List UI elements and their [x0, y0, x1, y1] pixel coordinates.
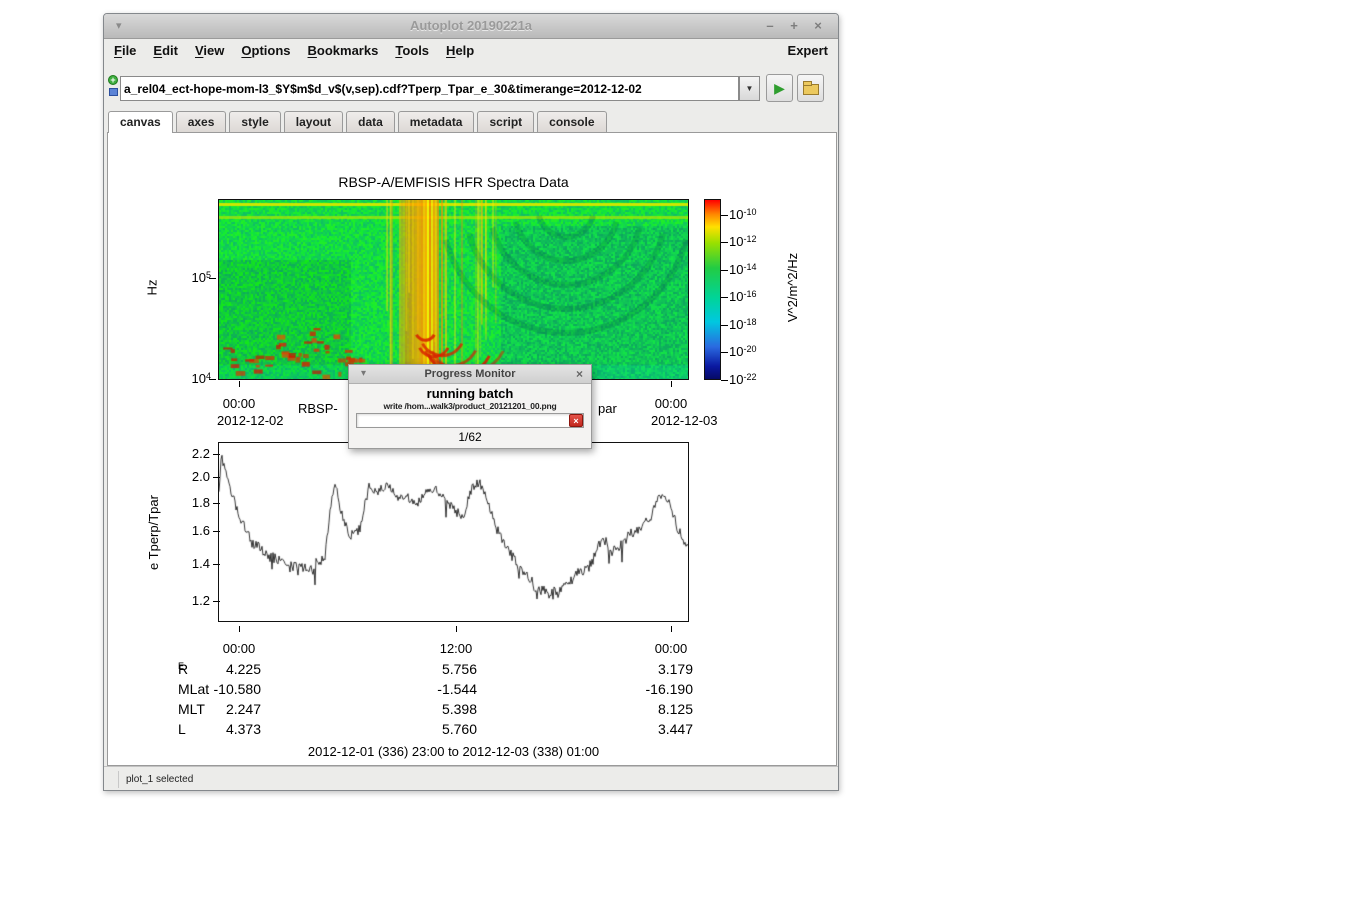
spectrogram-canvas[interactable] — [219, 200, 688, 379]
table-cell: 4.373 — [171, 721, 261, 737]
tab-metadata[interactable]: metadata — [398, 111, 475, 132]
table-cell: 3.179 — [603, 661, 693, 677]
plot2-ytick-label: 1.2 — [166, 593, 210, 609]
window-title: Autoplot 20190221a — [104, 18, 838, 33]
menu-tools[interactable]: Tools — [395, 43, 429, 58]
tab-console[interactable]: console — [537, 111, 606, 132]
plot1-xtick-time: 00:00 — [649, 396, 693, 411]
progress-dialog-title: Progress Monitor — [349, 368, 591, 380]
lineplot[interactable] — [218, 442, 689, 622]
plot1-title: RBSP-A/EMFISIS HFR Spectra Data — [218, 174, 689, 190]
spectrogram-plot[interactable] — [218, 199, 689, 380]
grid-icon[interactable] — [109, 88, 118, 96]
progress-detail-label: write /hom...walk3/product_20121201_00.p… — [349, 401, 591, 411]
address-toolbar: + ▼ ▶ — [104, 61, 838, 111]
table-cell: -10.580 — [171, 681, 261, 697]
progress-count: 1/62 — [349, 430, 591, 444]
menu-options[interactable]: Options — [241, 43, 290, 58]
tab-style[interactable]: style — [229, 111, 280, 132]
cancel-button[interactable]: × — [569, 414, 583, 427]
plot2-xtick-label: 00:00 — [649, 641, 693, 656]
statusbar: plot_1 selected — [104, 766, 838, 792]
plot1-xtick-date: 2012-12-03 — [651, 413, 718, 428]
progress-task-label: running batch — [349, 386, 591, 401]
plot2-ytick-label: 1.6 — [166, 523, 210, 539]
tab-axes[interactable]: axes — [176, 111, 227, 132]
plot2-y-axis-label: e Tperp/Tpar — [146, 495, 161, 570]
add-plot-icon[interactable]: + — [108, 75, 118, 85]
plot1-ytick-label: 104 — [162, 371, 206, 387]
close-button[interactable]: × — [810, 18, 826, 34]
window-titlebar[interactable]: ▾ Autoplot 20190221a – + × — [104, 14, 838, 39]
plot1-xtick-time: 00:00 — [217, 396, 261, 411]
table-cell: 5.398 — [387, 701, 477, 717]
timerange-footer: 2012-12-01 (336) 23:00 to 2012-12-03 (33… — [218, 744, 689, 759]
minimize-button[interactable]: – — [762, 18, 778, 34]
progress-monitor-dialog: ▾ Progress Monitor × running batch write… — [348, 364, 592, 449]
progress-dialog-titlebar[interactable]: ▾ Progress Monitor × — [349, 365, 591, 384]
menu-view[interactable]: View — [195, 43, 224, 58]
uri-input[interactable] — [120, 76, 739, 101]
go-button[interactable]: ▶ — [766, 74, 793, 102]
chevron-down-icon: ▼ — [746, 84, 754, 93]
table-cell: -16.190 — [603, 681, 693, 697]
plot2-ytick-label: 2.2 — [166, 446, 210, 462]
colorbar-tick-label: 10-16 — [729, 289, 793, 305]
colorbar-axis-label: V^2/m^2/Hz — [785, 253, 800, 322]
plot1-y-axis-label: Hz — [144, 280, 159, 296]
tab-layout[interactable]: layout — [284, 111, 343, 132]
menu-file[interactable]: File — [114, 43, 136, 58]
menu-help[interactable]: Help — [446, 43, 474, 58]
colorbar-tick-label: 10-20 — [729, 344, 793, 360]
main-tabs: canvas axes style layout data metadata s… — [108, 111, 834, 132]
uri-dropdown-button[interactable]: ▼ — [739, 76, 760, 101]
table-cell: 8.125 — [603, 701, 693, 717]
statusbar-divider — [118, 771, 119, 788]
plot2-xtick-label: 00:00 — [217, 641, 261, 656]
colorbar-tick-label: 10-10 — [729, 207, 793, 223]
plot-canvas-panel: RBSP-A/EMFISIS HFR Spectra Data Hz 105 1… — [107, 132, 837, 766]
plot2-partial-title-left: RBSP- — [298, 401, 338, 416]
colorbar-tick-label: 10-12 — [729, 234, 793, 250]
colorbar-tick-label: 10-22 — [729, 372, 793, 388]
plot1-xtick-date: 2012-12-02 — [217, 413, 284, 428]
open-file-button[interactable] — [797, 74, 824, 102]
plot2-ytick-label: 1.8 — [166, 495, 210, 511]
colorbar-tick-label: 10-14 — [729, 262, 793, 278]
table-cell: 5.760 — [387, 721, 477, 737]
plot2-ytick-label: 1.4 — [166, 556, 210, 572]
progress-bar: × — [356, 413, 584, 428]
table-cell: 3.447 — [603, 721, 693, 737]
run-icon: ▶ — [774, 81, 785, 95]
statusbar-text: plot_1 selected — [126, 774, 193, 785]
colorbar[interactable] — [704, 199, 721, 380]
menu-edit[interactable]: Edit — [153, 43, 178, 58]
cancel-icon: × — [573, 416, 578, 426]
table-cell: 5.756 — [387, 661, 477, 677]
plot2-xtick-label: 12:00 — [434, 641, 478, 656]
menu-bookmarks[interactable]: Bookmarks — [308, 43, 379, 58]
menubar: File Edit View Options Bookmarks Tools H… — [104, 39, 838, 61]
plot2-partial-title-right: par — [598, 401, 617, 416]
plot2-ytick-label: 2.0 — [166, 469, 210, 485]
table-cell: -1.544 — [387, 681, 477, 697]
table-cell: 4.225 — [171, 661, 261, 677]
close-icon[interactable]: × — [576, 367, 583, 381]
colorbar-tick-label: 10-18 — [729, 317, 793, 333]
autoplot-window: ▾ Autoplot 20190221a – + × File Edit Vie… — [103, 13, 839, 791]
tab-script[interactable]: script — [477, 111, 534, 132]
folder-icon — [803, 84, 819, 95]
plot1-ytick-label: 105 — [162, 270, 206, 286]
tab-data[interactable]: data — [346, 111, 395, 132]
maximize-button[interactable]: + — [786, 18, 802, 34]
tab-canvas[interactable]: canvas — [108, 111, 173, 133]
expert-mode-label[interactable]: Expert — [788, 43, 828, 58]
lineplot-canvas[interactable] — [219, 443, 688, 621]
table-cell: 2.247 — [171, 701, 261, 717]
